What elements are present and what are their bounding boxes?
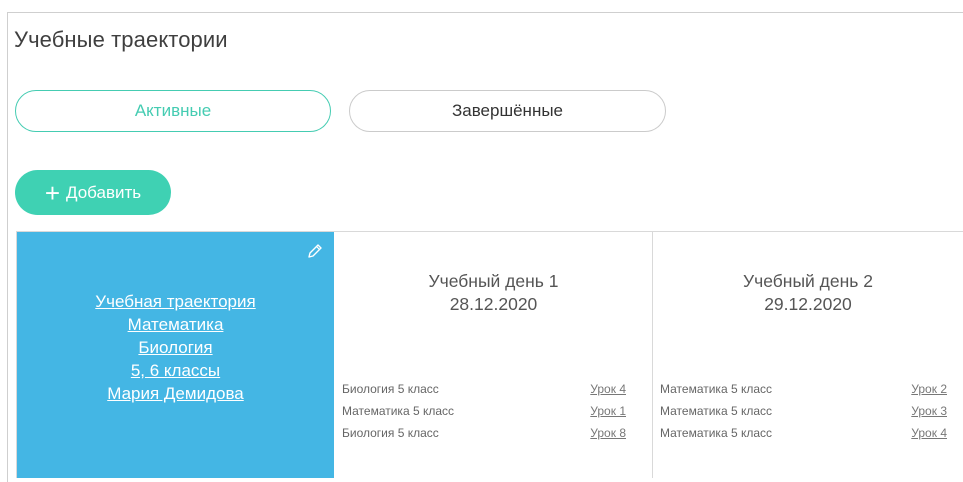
lesson-link[interactable]: Урок 3	[911, 403, 947, 425]
lesson-subject: Биология 5 класс	[342, 382, 439, 396]
plus-icon: +	[44, 177, 61, 208]
day-column-2: Учебный день 2 29.12.2020 Математика 5 к…	[653, 232, 963, 478]
day-date: 29.12.2020	[764, 294, 852, 314]
trajectory-link-grades[interactable]: 5, 6 классы	[17, 359, 334, 382]
day-header: Учебный день 1 28.12.2020	[335, 270, 652, 316]
trajectory-link-subject-1[interactable]: Математика	[17, 313, 334, 336]
day-lessons-list: Биология 5 класс Урок 4 Математика 5 кла…	[342, 381, 645, 447]
list-item: Биология 5 класс Урок 8	[342, 425, 645, 447]
day-lessons-list: Математика 5 класс Урок 2 Математика 5 к…	[660, 381, 956, 447]
trajectory-card-lines: Учебная траектория Математика Биология 5…	[17, 290, 334, 405]
trajectory-link-subject-2[interactable]: Биология	[17, 336, 334, 359]
add-button[interactable]: + Добавить	[15, 170, 171, 215]
trajectory-card[interactable]: Учебная траектория Математика Биология 5…	[17, 232, 334, 478]
day-title: Учебный день 1	[428, 271, 559, 291]
list-item: Биология 5 класс Урок 4	[342, 381, 645, 403]
day-title: Учебный день 2	[743, 271, 873, 291]
lesson-subject: Математика 5 класс	[342, 404, 455, 418]
lesson-link[interactable]: Урок 2	[911, 381, 947, 403]
day-date: 28.12.2020	[449, 294, 538, 314]
lesson-subject: Биология 5 класс	[342, 426, 439, 440]
pencil-icon[interactable]	[306, 242, 324, 260]
list-item: Математика 5 класс Урок 1	[342, 403, 645, 425]
trajectory-link-teacher[interactable]: Мария Демидова	[17, 382, 334, 405]
filter-done-button[interactable]: Завершённые	[349, 90, 666, 132]
day-column-1: Учебный день 1 28.12.2020 Биология 5 кла…	[335, 232, 653, 478]
lesson-subject: Математика 5 класс	[660, 404, 773, 418]
add-button-label: Добавить	[66, 182, 142, 202]
lesson-link[interactable]: Урок 4	[911, 425, 947, 447]
filter-active-button[interactable]: Активные	[15, 90, 331, 132]
lesson-subject: Математика 5 класс	[660, 426, 773, 440]
lesson-subject: Математика 5 класс	[660, 382, 773, 396]
list-item: Математика 5 класс Урок 4	[660, 425, 956, 447]
list-item: Математика 5 класс Урок 2	[660, 381, 956, 403]
page-title: Учебные траектории	[14, 27, 228, 52]
day-header: Учебный день 2 29.12.2020	[653, 270, 963, 316]
list-item: Математика 5 класс Урок 3	[660, 403, 956, 425]
lesson-link[interactable]: Урок 4	[590, 381, 626, 403]
lesson-link[interactable]: Урок 8	[590, 425, 626, 447]
trajectory-link-title[interactable]: Учебная траектория	[17, 290, 334, 313]
lesson-link[interactable]: Урок 1	[590, 403, 626, 425]
